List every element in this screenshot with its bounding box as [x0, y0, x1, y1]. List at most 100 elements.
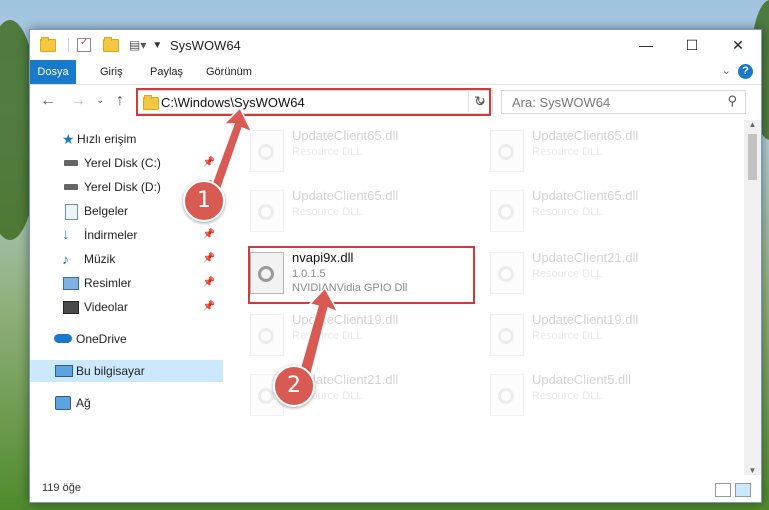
- dll-file-icon: [490, 130, 524, 172]
- divider: [68, 38, 69, 52]
- sidebar-item-music[interactable]: ♪ Müzik 📌: [30, 248, 223, 270]
- folder-icon: [40, 36, 56, 52]
- new-folder-icon[interactable]: [103, 36, 119, 52]
- file-name: UpdateClient65.dll: [532, 128, 639, 143]
- file-item[interactable]: UpdateClient65.dll Resource DLL: [242, 124, 472, 176]
- maximize-button[interactable]: ☐: [669, 30, 715, 60]
- sidebar-item-pictures[interactable]: Resimler 📌: [30, 272, 223, 294]
- tab-share[interactable]: Paylaş: [140, 60, 193, 84]
- address-highlight-box: [136, 88, 491, 116]
- sidebar-item-downloads[interactable]: ↓ İndirmeler 📌: [30, 224, 223, 246]
- pin-icon[interactable]: 📌: [203, 224, 215, 246]
- sidebar-item-label: OneDrive: [76, 332, 127, 346]
- file-description: Resource DLL: [532, 206, 603, 218]
- step-badge-2: 2: [273, 365, 315, 407]
- file-item[interactable]: UpdateClient65.dll Resource DLL: [482, 124, 712, 176]
- tab-home[interactable]: Giriş: [90, 60, 133, 84]
- scrollbar-thumb[interactable]: [748, 134, 757, 180]
- scroll-up-icon[interactable]: ▲: [744, 120, 761, 129]
- title-bar: ✓ ▤▾ ▼ SysWOW64 — ☐ ✕: [30, 30, 761, 60]
- explorer-window: ✓ ▤▾ ▼ SysWOW64 — ☐ ✕ Dosya Giriş Paylaş…: [29, 29, 762, 503]
- computer-icon: [55, 365, 73, 377]
- dll-file-icon: [490, 252, 524, 294]
- ribbon-expand-icon[interactable]: ⌄: [722, 64, 731, 77]
- star-icon: ★: [62, 131, 75, 147]
- sidebar-item-disk-c[interactable]: Yerel Disk (C:) 📌: [30, 152, 223, 174]
- dll-file-icon: [490, 190, 524, 232]
- file-name: UpdateClient65.dll: [292, 188, 399, 203]
- file-description: Resource DLL: [292, 146, 363, 158]
- scroll-down-icon[interactable]: ▼: [744, 466, 761, 475]
- properties-icon[interactable]: ✓: [77, 37, 91, 52]
- pictures-icon: [63, 277, 79, 290]
- sidebar-item-onedrive[interactable]: OneDrive: [30, 328, 223, 350]
- file-item[interactable]: UpdateClient5.dll Resource DLL: [482, 368, 712, 420]
- pin-icon[interactable]: 📌: [203, 248, 215, 270]
- forward-icon[interactable]: →: [70, 92, 86, 110]
- drive-icon: [64, 184, 78, 190]
- vertical-scrollbar[interactable]: ▲ ▼: [744, 120, 761, 475]
- customize-toolbar-icon[interactable]: ▤▾: [129, 38, 146, 52]
- help-icon[interactable]: ?: [738, 64, 753, 79]
- file-item[interactable]: UpdateClient19.dll Resource DLL: [482, 308, 712, 360]
- pin-icon[interactable]: 📌: [203, 272, 215, 294]
- toolbar-dropdown-icon[interactable]: ▼: [152, 40, 162, 51]
- window-title: SysWOW64: [170, 38, 241, 53]
- file-name: UpdateClient21.dll: [532, 250, 639, 265]
- sidebar-item-label: Yerel Disk (D:): [84, 180, 161, 194]
- close-button[interactable]: ✕: [715, 30, 761, 60]
- up-icon[interactable]: ↑: [116, 92, 124, 110]
- pin-icon[interactable]: 📌: [203, 152, 215, 174]
- sidebar-item-label: Videolar: [84, 300, 128, 314]
- sidebar-item-label: Yerel Disk (C:): [84, 156, 161, 170]
- recent-locations-icon[interactable]: ⌄: [96, 92, 104, 110]
- drive-icon: [64, 160, 78, 166]
- dll-file-icon: [250, 314, 284, 356]
- search-placeholder: Ara: SysWOW64: [512, 95, 611, 110]
- sidebar-item-network[interactable]: Ağ: [30, 392, 223, 414]
- file-item[interactable]: UpdateClient65.dll Resource DLL: [482, 184, 712, 236]
- file-description: Resource DLL: [292, 330, 363, 342]
- file-description: Resource DLL: [532, 146, 603, 158]
- quick-access-toolbar: ✓ ▤▾ ▼: [40, 36, 162, 53]
- video-icon: [63, 301, 79, 314]
- sidebar-item-label: Ağ: [76, 396, 91, 410]
- item-count: 119 öğe: [42, 482, 81, 494]
- tab-view[interactable]: Görünüm: [196, 60, 262, 84]
- search-input[interactable]: Ara: SysWOW64 ⚲: [501, 90, 746, 114]
- status-bar: 119 öğe: [30, 476, 761, 502]
- back-icon[interactable]: ←: [40, 92, 56, 110]
- document-icon: [65, 204, 78, 220]
- cloud-icon: [54, 334, 72, 343]
- file-name: UpdateClient65.dll: [292, 128, 399, 143]
- sidebar-item-videos[interactable]: Videolar 📌: [30, 296, 223, 318]
- file-description: Resource DLL: [532, 390, 603, 402]
- file-name: UpdateClient19.dll: [292, 312, 399, 327]
- file-item[interactable]: UpdateClient19.dll Resource DLL: [242, 308, 472, 360]
- file-description: Resource DLL: [532, 268, 603, 280]
- tab-file[interactable]: Dosya: [30, 60, 76, 84]
- sidebar-item-label: Bu bilgisayar: [76, 364, 145, 378]
- large-icons-view-icon[interactable]: [735, 483, 751, 497]
- file-item[interactable]: UpdateClient21.dll Resource DLL: [482, 246, 712, 298]
- music-icon: ♪: [62, 251, 69, 267]
- search-icon: ⚲: [727, 93, 737, 108]
- pin-icon[interactable]: 📌: [203, 296, 215, 318]
- file-item[interactable]: UpdateClient65.dll Resource DLL: [242, 184, 472, 236]
- sidebar-item-label: Resimler: [84, 276, 132, 290]
- file-highlight-box: [248, 246, 475, 304]
- file-description: Resource DLL: [532, 330, 603, 342]
- step-badge-1: 1: [183, 180, 225, 222]
- file-name: UpdateClient5.dll: [532, 372, 632, 387]
- minimize-button[interactable]: —: [623, 30, 669, 60]
- navigation-pane: ★ Hızlı erişim Yerel Disk (C:) 📌 Yerel D…: [30, 122, 225, 452]
- sidebar-item-quick-access[interactable]: ★ Hızlı erişim: [30, 128, 223, 150]
- details-view-icon[interactable]: [715, 483, 731, 497]
- dll-file-icon: [250, 130, 284, 172]
- sidebar-item-label: Hızlı erişim: [77, 132, 137, 146]
- sidebar-item-label: Belgeler: [84, 204, 129, 218]
- network-icon: [55, 396, 71, 410]
- sidebar-item-this-pc[interactable]: Bu bilgisayar: [30, 360, 223, 382]
- download-icon: ↓: [62, 226, 70, 243]
- sidebar-item-label: Müzik: [84, 252, 116, 266]
